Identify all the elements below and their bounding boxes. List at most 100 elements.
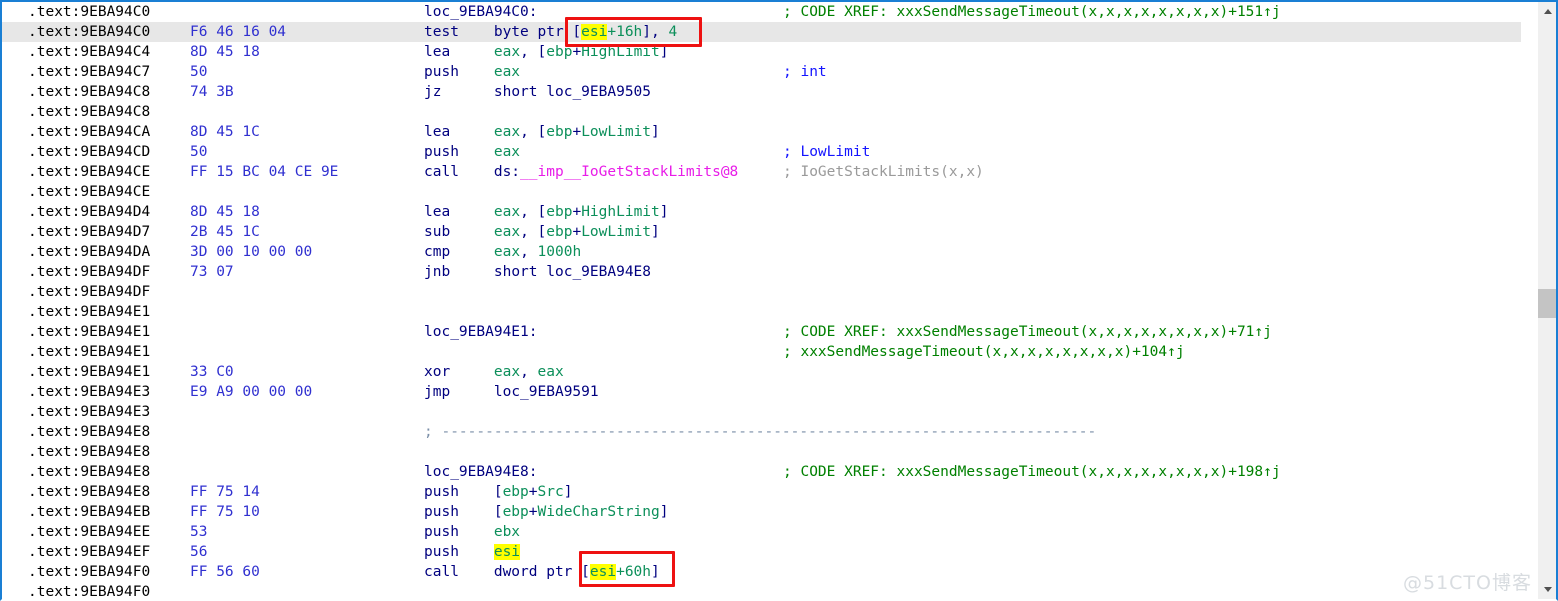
line-instruction[interactable]: push esi	[424, 542, 521, 562]
line-address: .text:9EBA94C7	[28, 64, 151, 80]
disassembly-line[interactable]: .text:9EBA94EE 53 push ebx	[2, 522, 1521, 542]
line-instruction[interactable]: lea eax, [ebp+HighLimit]	[424, 202, 669, 222]
disassembly-line[interactable]: .text:9EBA94F0	[2, 582, 1521, 599]
line-comment: ; xxxSendMessageTimeout(x,x,x,x,x,x,x,x)…	[783, 344, 1185, 360]
disassembly-line[interactable]: .text:9EBA94E8 loc_9EBA94E8: ; CODE XREF: …	[2, 462, 1521, 482]
watermark: @51CTO博客	[1402, 572, 1532, 594]
scroll-down-button[interactable]	[1538, 580, 1556, 599]
line-address: .text:9EBA94CE	[28, 184, 151, 200]
line-comment: ; IoGetStackLimits(x,x)	[783, 164, 984, 180]
disassembly-line[interactable]: .text:9EBA94CD 50 push eax ; LowLimit	[2, 142, 1521, 162]
line-instruction[interactable]: jnb short loc_9EBA94E8	[424, 262, 651, 282]
line-instruction[interactable]: cmp eax, 1000h	[424, 242, 581, 262]
line-address: .text:9EBA94F0	[28, 564, 151, 580]
line-instruction[interactable]: push ebx	[424, 522, 520, 542]
line-opcode-bytes: 3D 00 10 00 00	[190, 244, 313, 260]
line-opcode-bytes: 8D 45 18	[190, 44, 260, 60]
disassembly-line[interactable]: .text:9EBA94E1 loc_9EBA94E1: ; CODE XREF: …	[2, 322, 1521, 342]
line-instruction[interactable]: call ds:__imp__IoGetStackLimits@8	[424, 162, 738, 182]
line-comment: ; CODE XREF: xxxSendMessageTimeout(x,x,x…	[783, 324, 1272, 340]
line-opcode-bytes: 50	[190, 144, 208, 160]
line-comment: ; CODE XREF: xxxSendMessageTimeout(x,x,x…	[783, 4, 1281, 20]
line-address: .text:9EBA94EB	[28, 504, 151, 520]
line-instruction[interactable]: jmp loc_9EBA9591	[424, 382, 599, 402]
disassembly-line[interactable]: .text:9EBA94CA 8D 45 1C lea eax, [ebp+LowL…	[2, 122, 1521, 142]
disassembly-line[interactable]: .text:9EBA94E1 ; xxxSendMessageTimeout(x,…	[2, 342, 1521, 362]
line-address: .text:9EBA94DA	[28, 244, 151, 260]
line-address: .text:9EBA94EE	[28, 524, 151, 540]
line-address: .text:9EBA94E3	[28, 404, 151, 420]
vertical-scrollbar[interactable]	[1537, 2, 1556, 599]
line-address: .text:9EBA94CD	[28, 144, 151, 160]
line-opcode-bytes: FF 75 10	[190, 504, 260, 520]
line-instruction[interactable]: loc_9EBA94E8:	[424, 462, 538, 482]
disassembly-line[interactable]: .text:9EBA94D7 2B 45 1C sub eax, [ebp+LowL…	[2, 222, 1521, 242]
scroll-up-button[interactable]	[1538, 2, 1556, 21]
line-address: .text:9EBA94DF	[28, 284, 151, 300]
disassembly-line[interactable]: .text:9EBA94DF	[2, 282, 1521, 302]
disassembly-line[interactable]: .text:9EBA94E1	[2, 302, 1521, 322]
line-instruction[interactable]: loc_9EBA94C0:	[424, 2, 538, 22]
line-address: .text:9EBA94C8	[28, 84, 151, 100]
line-address: .text:9EBA94E1	[28, 324, 151, 340]
line-address: .text:9EBA94F0	[28, 584, 151, 599]
disassembly-line[interactable]: .text:9EBA94C8 74 3B jz short loc_9EBA9505	[2, 82, 1521, 102]
disassembly-line[interactable]: .text:9EBA94C0 F6 46 16 04 test byte ptr […	[2, 22, 1521, 42]
chevron-down-icon	[1543, 587, 1552, 592]
line-instruction[interactable]: loc_9EBA94E1:	[424, 322, 538, 342]
disassembly-line[interactable]: .text:9EBA94E3	[2, 402, 1521, 422]
disassembly-line[interactable]: .text:9EBA94E8 ; ------------------------…	[2, 422, 1521, 442]
line-address: .text:9EBA94C0	[28, 4, 151, 20]
disassembly-line[interactable]: .text:9EBA94EB FF 75 10 push [ebp+WideChar…	[2, 502, 1521, 522]
line-instruction[interactable]: lea eax, [ebp+HighLimit]	[424, 42, 669, 62]
line-address: .text:9EBA94DF	[28, 264, 151, 280]
line-address: .text:9EBA94E8	[28, 484, 151, 500]
disassembly-line[interactable]: .text:9EBA94DF 73 07 jnb short loc_9EBA94E…	[2, 262, 1521, 282]
disassembly-line[interactable]: .text:9EBA94C7 50 push eax ; int	[2, 62, 1521, 82]
disassembly-line[interactable]: .text:9EBA94DA 3D 00 10 00 00 cmp eax, 100…	[2, 242, 1521, 262]
disassembly-line[interactable]: .text:9EBA94EF 56 push esi	[2, 542, 1521, 562]
disassembly-line[interactable]: .text:9EBA94E8 FF 75 14 push [ebp+Src]	[2, 482, 1521, 502]
line-instruction[interactable]: call dword ptr [esi+60h]	[424, 562, 660, 582]
line-instruction[interactable]: push [ebp+WideCharString]	[424, 502, 668, 522]
chevron-up-icon	[1543, 9, 1552, 14]
disassembly-listing[interactable]: .text:9EBA94C0 loc_9EBA94C0: ; CODE XREF: …	[2, 2, 1521, 599]
line-opcode-bytes: 73 07	[190, 264, 234, 280]
line-address: .text:9EBA94C8	[28, 104, 151, 120]
scrollbar-thumb[interactable]	[1538, 289, 1556, 318]
line-opcode-bytes: FF 56 60	[190, 564, 260, 580]
line-opcode-bytes: 56	[190, 544, 208, 560]
line-address: .text:9EBA94E1	[28, 344, 151, 360]
disassembly-line[interactable]: .text:9EBA94E8	[2, 442, 1521, 462]
disassembly-line[interactable]: .text:9EBA94C4 8D 45 18 lea eax, [ebp+High…	[2, 42, 1521, 62]
line-address: .text:9EBA94E1	[28, 364, 151, 380]
disassembly-line[interactable]: .text:9EBA94CE	[2, 182, 1521, 202]
line-address: .text:9EBA94E8	[28, 464, 151, 480]
line-instruction[interactable]: xor eax, eax	[424, 362, 564, 382]
disassembly-line[interactable]: .text:9EBA94E3 E9 A9 00 00 00 jmp loc_9EBA…	[2, 382, 1521, 402]
line-instruction[interactable]: test byte ptr [esi+16h], 4	[424, 22, 677, 42]
disassembly-line[interactable]: .text:9EBA94F0 FF 56 60 call dword ptr [es…	[2, 562, 1521, 582]
disassembly-line[interactable]: .text:9EBA94C8	[2, 102, 1521, 122]
disassembly-line[interactable]: .text:9EBA94C0 loc_9EBA94C0: ; CODE XREF: …	[2, 2, 1521, 22]
line-address: .text:9EBA94C0	[28, 24, 151, 40]
line-instruction[interactable]: lea eax, [ebp+LowLimit]	[424, 122, 660, 142]
line-address: .text:9EBA94D7	[28, 224, 151, 240]
disassembly-line[interactable]: .text:9EBA94D4 8D 45 18 lea eax, [ebp+High…	[2, 202, 1521, 222]
line-instruction[interactable]: push eax	[424, 142, 520, 162]
line-opcode-bytes: FF 75 14	[190, 484, 260, 500]
line-address: .text:9EBA94E1	[28, 304, 151, 320]
line-comment: ; CODE XREF: xxxSendMessageTimeout(x,x,x…	[783, 464, 1281, 480]
line-instruction[interactable]: sub eax, [ebp+LowLimit]	[424, 222, 660, 242]
line-comment: ; LowLimit	[783, 144, 871, 160]
line-opcode-bytes: 2B 45 1C	[190, 224, 260, 240]
line-instruction[interactable]: ; --------------------------------------…	[424, 422, 1096, 442]
line-address: .text:9EBA94CE	[28, 164, 151, 180]
line-instruction[interactable]: push eax	[424, 62, 520, 82]
line-opcode-bytes: E9 A9 00 00 00	[190, 384, 313, 400]
disassembly-line[interactable]: .text:9EBA94CE FF 15 BC 04 CE 9E call ds:_…	[2, 162, 1521, 182]
disassembly-line[interactable]: .text:9EBA94E1 33 C0 xor eax, eax	[2, 362, 1521, 382]
line-instruction[interactable]: jz short loc_9EBA9505	[424, 82, 651, 102]
line-instruction[interactable]: push [ebp+Src]	[424, 482, 572, 502]
line-address: .text:9EBA94E8	[28, 424, 151, 440]
